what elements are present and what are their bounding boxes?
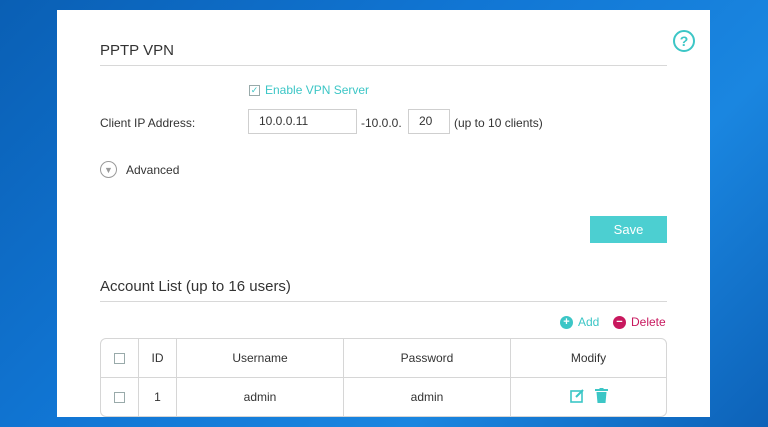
row-modify <box>511 378 666 416</box>
save-button[interactable]: Save <box>590 216 667 243</box>
add-label: Add <box>578 315 600 329</box>
client-ip-end-input[interactable]: 20 <box>408 109 450 134</box>
row-select-cell <box>101 378 139 416</box>
client-ip-range-prefix: -10.0.0. <box>361 116 402 130</box>
row-username: admin <box>177 378 344 416</box>
row-password: admin <box>344 378 511 416</box>
enable-vpn-label: Enable VPN Server <box>265 83 370 97</box>
account-list-title: Account List (up to 16 users) <box>100 278 291 295</box>
client-ip-start-input[interactable]: 10.0.0.11 <box>248 109 357 134</box>
column-header-id: ID <box>139 339 177 378</box>
select-all-cell <box>101 339 139 378</box>
account-divider <box>100 301 667 302</box>
edit-icon[interactable] <box>569 388 585 403</box>
table-row: 1 admin admin <box>101 378 666 416</box>
column-header-password: Password <box>344 339 511 378</box>
delete-button[interactable]: − Delete <box>613 315 666 329</box>
pptp-section-title: PPTP VPN <box>100 42 174 59</box>
enable-vpn-row[interactable]: ✓ Enable VPN Server <box>249 83 369 97</box>
account-table: ID Username Password Modify 1 admin admi… <box>100 338 667 417</box>
advanced-label: Advanced <box>126 162 180 177</box>
row-id: 1 <box>139 378 177 416</box>
enable-vpn-checkbox[interactable]: ✓ <box>249 84 260 96</box>
delete-icon: − <box>613 315 626 329</box>
select-all-checkbox[interactable] <box>114 353 125 365</box>
column-header-username: Username <box>177 339 344 378</box>
column-header-modify: Modify <box>511 339 666 378</box>
client-ip-label: Client IP Address: <box>100 116 196 130</box>
chevron-down-icon[interactable]: ▼ <box>100 161 117 178</box>
help-icon[interactable]: ? <box>673 30 695 52</box>
add-icon: + <box>560 315 573 329</box>
settings-panel: PPTP VPN ? ✓ Enable VPN Server Client IP… <box>57 10 710 417</box>
add-button[interactable]: + Add <box>560 315 599 329</box>
client-range-note: (up to 10 clients) <box>454 116 543 130</box>
pptp-divider <box>100 65 667 66</box>
advanced-toggle[interactable]: ▼ Advanced <box>100 161 179 178</box>
trash-icon[interactable] <box>594 388 608 403</box>
row-checkbox[interactable] <box>114 392 125 404</box>
delete-label: Delete <box>631 315 666 329</box>
table-header-row: ID Username Password Modify <box>101 339 666 378</box>
